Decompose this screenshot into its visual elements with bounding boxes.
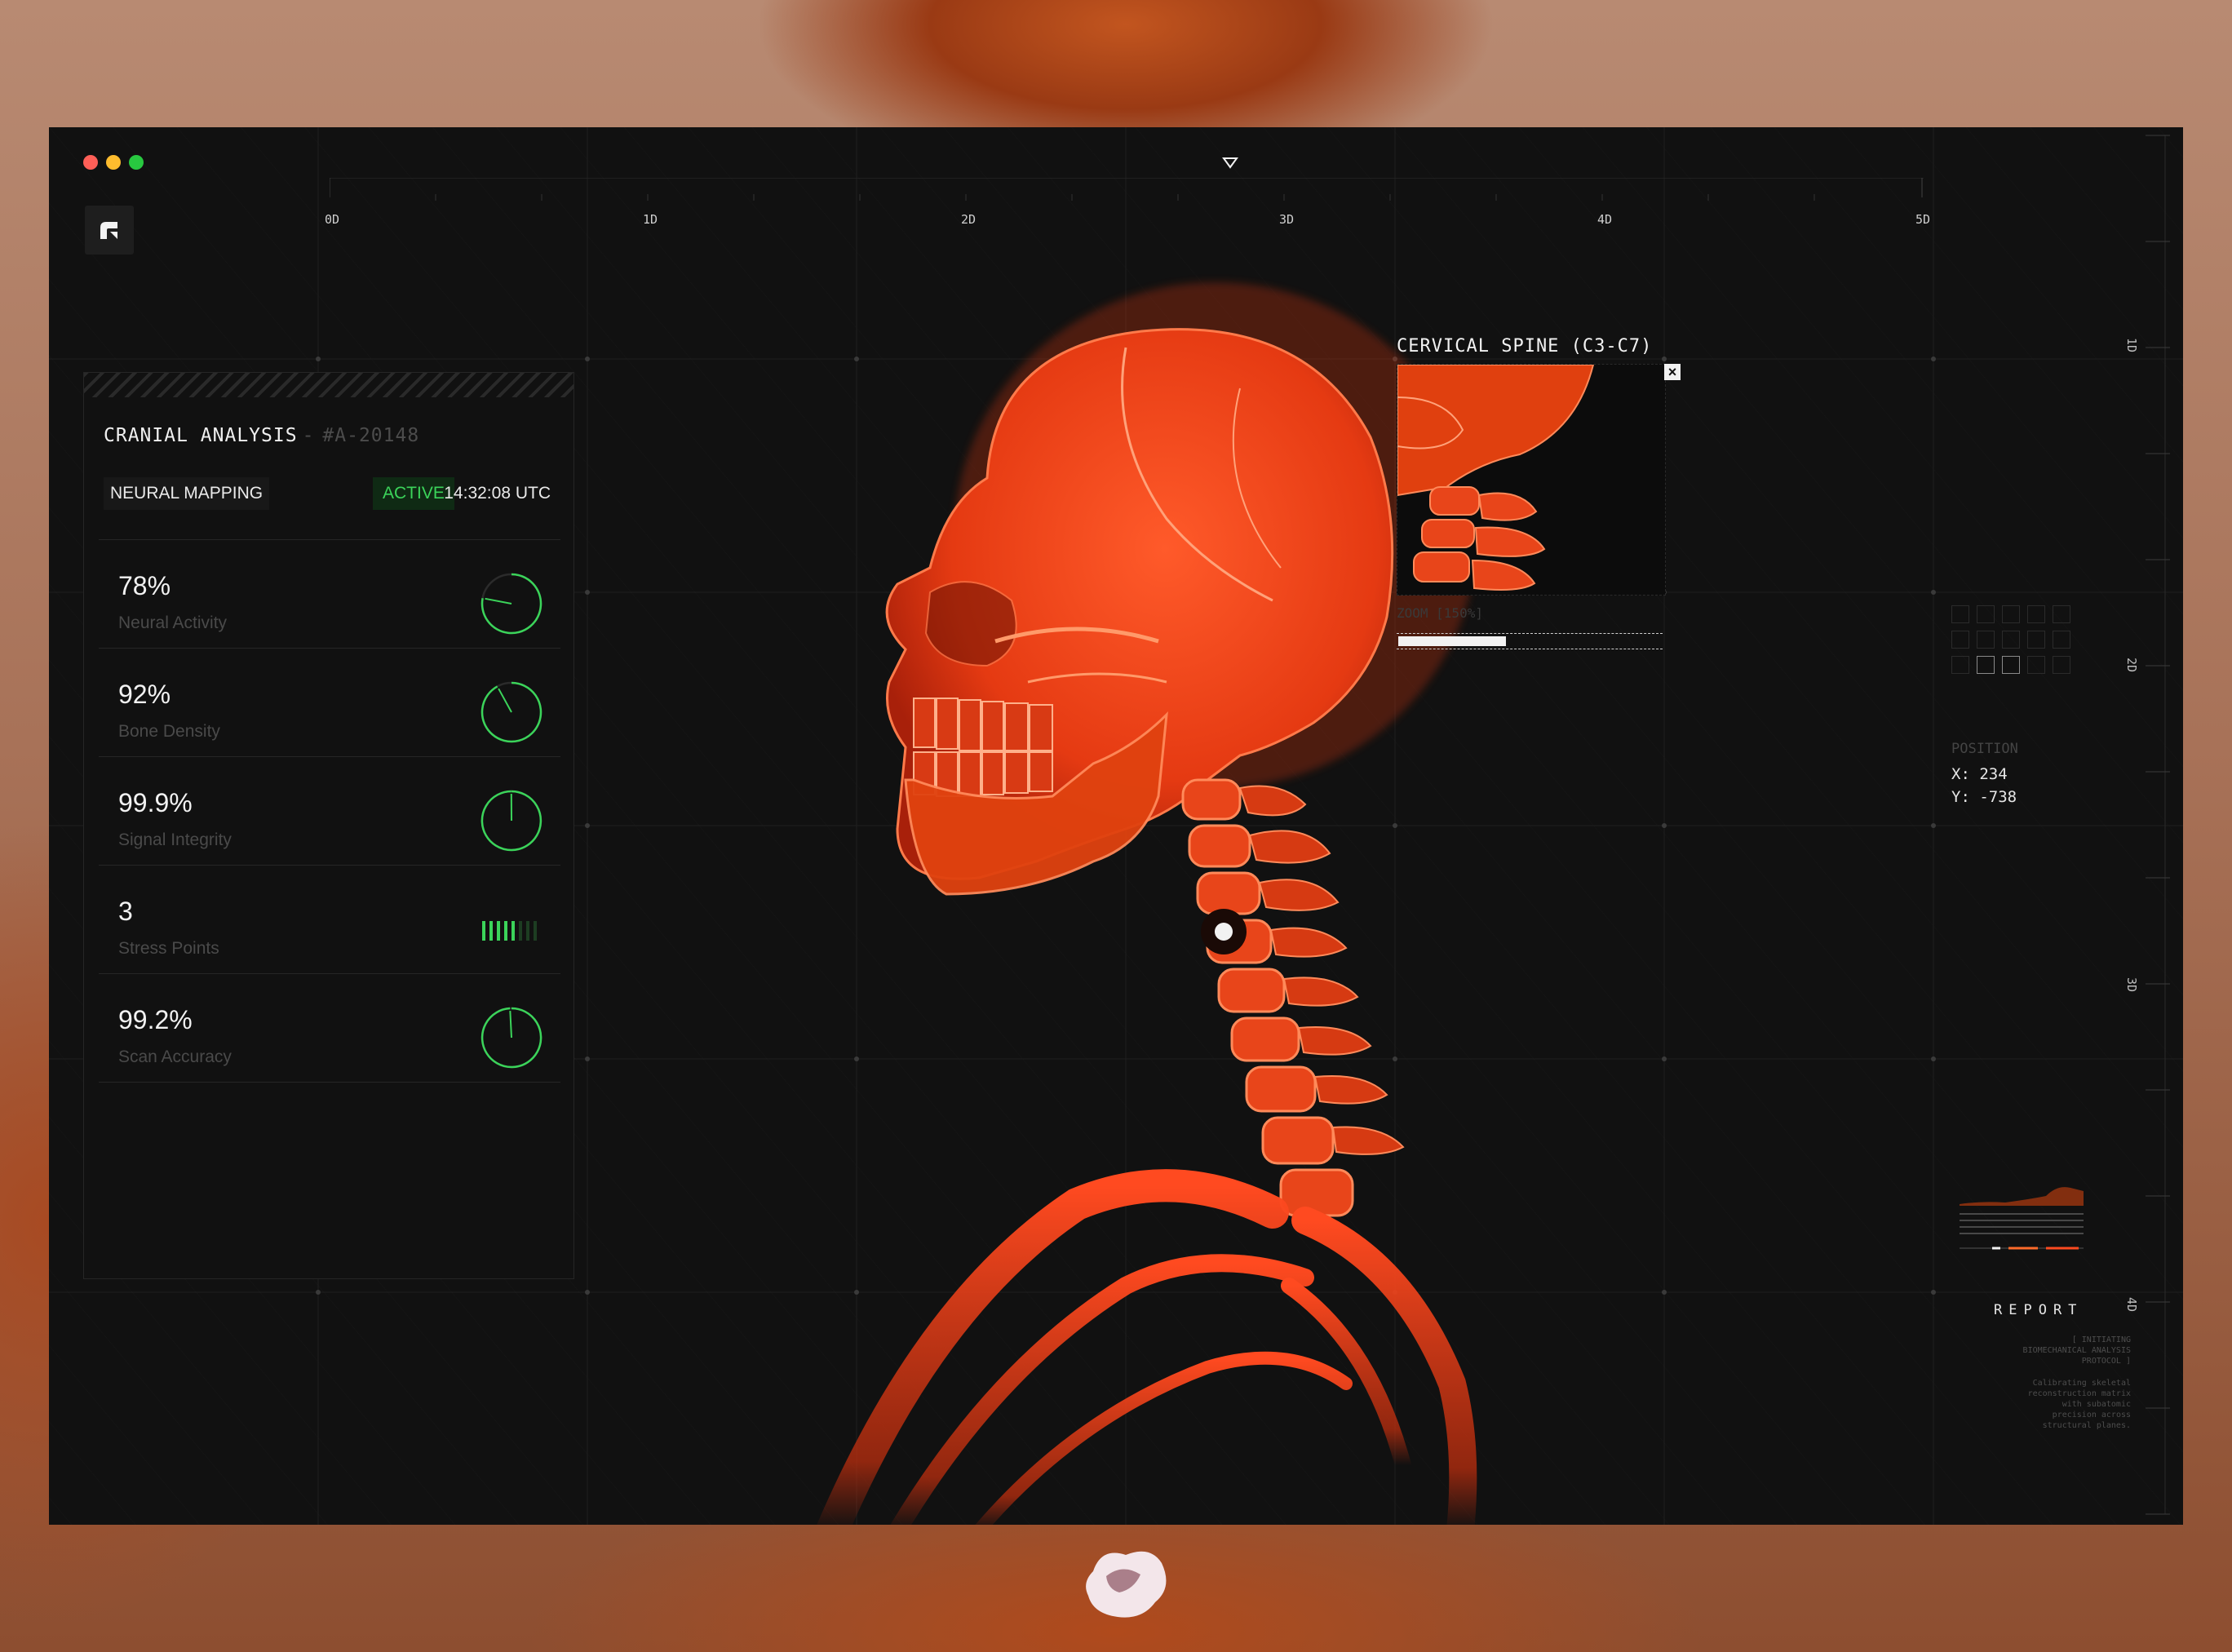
arrow-logo-icon	[100, 222, 117, 239]
waveform-graph	[1960, 1187, 2084, 1250]
panel-title-separator: -	[302, 425, 315, 446]
right-ruler-label: 2D	[2124, 657, 2140, 673]
layer-cell-active[interactable]	[2002, 656, 2020, 674]
layer-cell[interactable]	[1951, 656, 1969, 674]
inset-spine-image	[1397, 365, 1595, 591]
maximize-window-button[interactable]	[129, 155, 144, 170]
metric-stress-points[interactable]: 3 Stress Points	[99, 865, 560, 973]
meter-bar	[482, 921, 485, 941]
right-ruler-label: 4D	[2124, 1296, 2140, 1313]
ruler-label: 5D	[1915, 212, 1931, 227]
decorative-blob-icon	[1086, 1551, 1167, 1618]
report-line: with subatomic	[2062, 1400, 2131, 1409]
ruler-label: 0D	[325, 212, 340, 227]
report-line: Calibrating skeletal	[2032, 1379, 2131, 1388]
ruler-label: 2D	[961, 212, 976, 227]
layer-cell[interactable]	[2053, 656, 2070, 674]
metric-value: 92%	[118, 680, 171, 709]
layer-cell[interactable]	[1977, 605, 1995, 623]
report-line: PROTOCOL ]	[2081, 1357, 2131, 1366]
report-line: precision across	[2052, 1411, 2131, 1419]
metric-label: Scan Accuracy	[118, 1047, 232, 1066]
cranial-analysis-panel: CRANIAL ANALYSIS - #A-20148 NEURAL MAPPING…	[83, 372, 574, 1279]
layer-cell-active[interactable]	[1977, 656, 1995, 674]
zoom-slider-fill	[1398, 636, 1507, 646]
app-window: 0D 1D 2D 3D 4D 5D 1D 2D 3D 4D CRANIAL AN…	[49, 127, 2183, 1525]
meter-bar	[534, 921, 537, 941]
analysis-id: #A-20148	[322, 425, 420, 446]
gauge-icon	[480, 1007, 542, 1069]
report-line: [ INITIATING	[2071, 1335, 2131, 1344]
position-title: POSITION	[1951, 741, 2018, 757]
ruler-label: 3D	[1279, 212, 1295, 227]
panel-hatch-header	[84, 373, 574, 397]
metric-value: 78%	[118, 571, 171, 600]
report-line: BIOMECHANICAL ANALYSIS	[2022, 1346, 2131, 1355]
zoom-label: ZOOM [150%]	[1397, 605, 1483, 621]
metric-signal-integrity[interactable]: 99.9% Signal Integrity	[99, 756, 560, 865]
top-ruler: 0D 1D 2D 3D 4D 5D	[325, 178, 1930, 227]
layer-cell[interactable]	[1977, 631, 1995, 649]
app-logo-button[interactable]	[85, 206, 134, 255]
layer-cell[interactable]	[2027, 605, 2045, 623]
window-controls	[83, 155, 144, 170]
close-window-button[interactable]	[83, 155, 98, 170]
layer-cell[interactable]	[1951, 631, 1969, 649]
panel-title: CRANIAL ANALYSIS - #A-20148	[104, 425, 419, 446]
layer-cell[interactable]	[2002, 631, 2020, 649]
meter-bar	[526, 921, 529, 941]
metric-label: Neural Activity	[118, 613, 228, 632]
timestamp: 14:32:08 UTC	[444, 484, 551, 503]
status-badge: ACTIVE	[373, 477, 454, 510]
ruler-label: 4D	[1597, 212, 1613, 227]
meter-bar	[519, 921, 522, 941]
layer-cell[interactable]	[2053, 605, 2070, 623]
layer-cell[interactable]	[2027, 631, 2045, 649]
inset-title: CERVICAL SPINE (C3-C7)	[1397, 336, 1653, 357]
panel-title-text: CRANIAL ANALYSIS	[104, 425, 298, 446]
layer-cell[interactable]	[2027, 656, 2045, 674]
position-y: Y: -738	[1951, 788, 2017, 806]
right-ruler-label: 3D	[2124, 977, 2140, 993]
metric-value: 99.9%	[118, 788, 193, 817]
gauge-icon	[480, 681, 542, 743]
meter-bar	[489, 921, 493, 941]
bar-meter-icon	[482, 921, 537, 941]
report-log: [ INITIATING BIOMECHANICAL ANALYSIS PROT…	[1950, 1335, 2131, 1431]
meter-bar	[512, 921, 515, 941]
gauge-icon	[480, 790, 542, 852]
metric-value: 99.2%	[118, 1005, 193, 1034]
report-line: reconstruction matrix	[2027, 1389, 2131, 1398]
position-x: X: 234	[1951, 765, 2008, 783]
metric-bone-density[interactable]: 92% Bone Density	[99, 648, 560, 756]
report-title[interactable]: REPORT	[1994, 1302, 2083, 1318]
report-line: structural planes.	[2042, 1421, 2131, 1430]
close-icon[interactable]: ×	[1664, 364, 1681, 380]
right-ruler-label: 1D	[2124, 337, 2140, 353]
metric-label: Stress Points	[118, 939, 219, 958]
minimize-window-button[interactable]	[106, 155, 121, 170]
metric-neural-activity[interactable]: 78% Neural Activity	[99, 539, 560, 648]
metric-label: Bone Density	[118, 722, 220, 741]
gauge-icon	[480, 573, 542, 635]
meter-bar	[497, 921, 500, 941]
mode-row: NEURAL MAPPING ACTIVE 14:32:08 UTC	[104, 477, 557, 510]
cervical-spine-inset[interactable]	[1397, 364, 1666, 596]
layer-grid	[1951, 605, 2070, 674]
timeline-marker-icon[interactable]	[1222, 157, 1238, 174]
layer-cell[interactable]	[1951, 605, 1969, 623]
ruler-label: 1D	[643, 212, 658, 227]
mode-badge[interactable]: NEURAL MAPPING	[104, 477, 270, 510]
layer-cell[interactable]	[2053, 631, 2070, 649]
metric-scan-accuracy[interactable]: 99.2% Scan Accuracy	[99, 973, 560, 1083]
zoom-slider[interactable]	[1397, 633, 1663, 649]
metric-label: Signal Integrity	[118, 830, 232, 849]
metrics-list: 78% Neural Activity 92% Bone Density 99.…	[99, 539, 560, 1083]
meter-bar	[504, 921, 507, 941]
metric-value: 3	[118, 897, 133, 926]
layer-cell[interactable]	[2002, 605, 2020, 623]
